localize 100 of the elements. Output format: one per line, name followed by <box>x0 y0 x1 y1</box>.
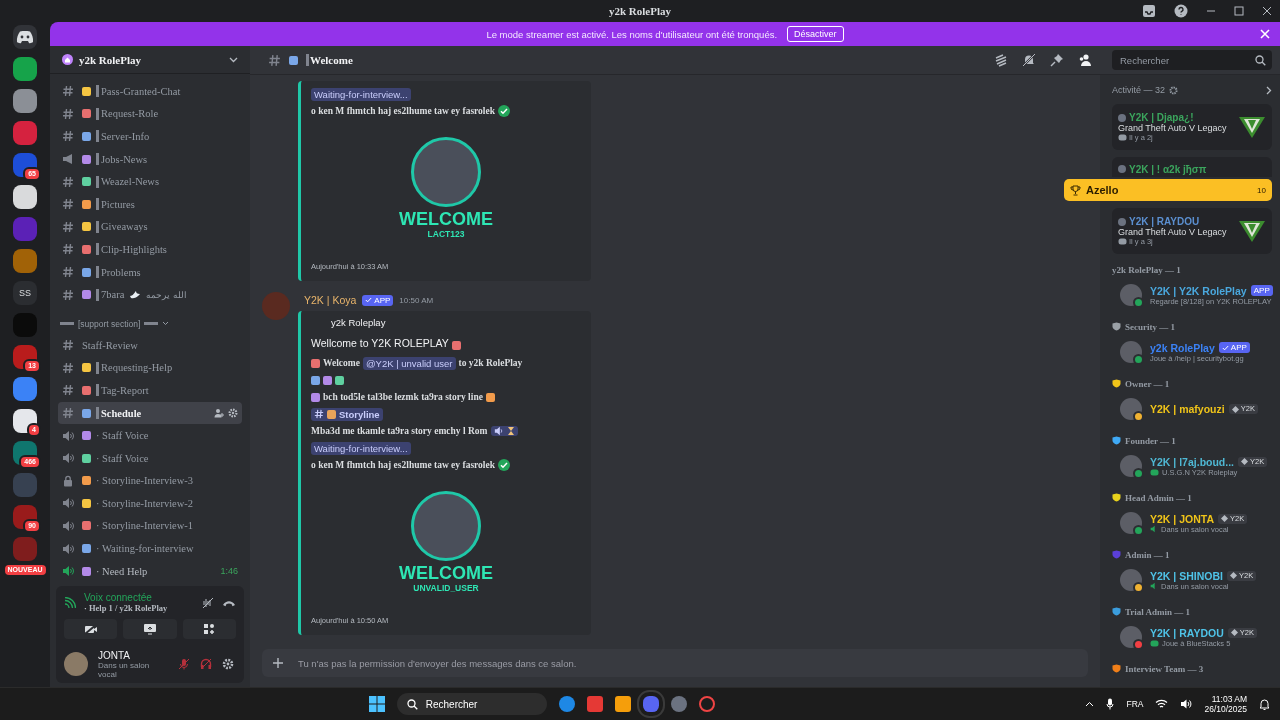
camera-off-button[interactable] <box>64 619 118 639</box>
hash-icon <box>62 361 74 374</box>
language-indicator[interactable]: FRA <box>1126 699 1144 709</box>
app-icon[interactable] <box>698 696 715 712</box>
channel-link[interactable]: Storyline <box>311 407 383 421</box>
channel-item[interactable]: Pass-Granted-Chat <box>58 80 242 103</box>
add-member-icon[interactable] <box>214 408 224 418</box>
taskbar-search-field[interactable]: Rechercher <box>396 693 547 715</box>
search-bar[interactable]: Rechercher <box>1112 50 1272 70</box>
channel-item[interactable]: Giveaways <box>58 215 242 239</box>
hang-up-icon[interactable] <box>222 598 236 607</box>
microphone-muted-icon[interactable] <box>178 658 190 670</box>
welcome-username: LACT123 <box>427 229 465 239</box>
channel-item[interactable]: · Storyline-Interview-3 <box>58 469 242 493</box>
channel-item[interactable]: Requesting-Help <box>58 356 242 380</box>
message-field[interactable]: Tu n'as pas la permission d'envoyer des messages dans ce salon. <box>262 649 1088 677</box>
server-icon[interactable]: SS <box>13 281 37 305</box>
server-icon[interactable] <box>13 505 37 529</box>
message-input[interactable]: Tu n'as pas la permission d'envoyer des messages dans ce salon. <box>296 656 1078 670</box>
bell-muted-icon[interactable] <box>1022 53 1036 67</box>
bell-icon[interactable] <box>1259 698 1270 710</box>
channel-item[interactable]: Server-Info <box>58 125 242 148</box>
speaker-icon <box>1150 582 1158 590</box>
voice-channel-chip[interactable] <box>490 426 518 436</box>
house-icon <box>62 54 73 65</box>
avatar[interactable] <box>64 652 88 676</box>
microphone-icon[interactable] <box>1106 698 1115 710</box>
app-icon[interactable] <box>614 696 631 712</box>
category-header[interactable]: [support section] <box>58 313 242 334</box>
app-icon[interactable] <box>586 696 603 712</box>
check-circle-icon <box>498 459 510 471</box>
activity-card[interactable]: Y2K | ! α2k jђσπ <box>1112 157 1272 177</box>
speaker-icon <box>62 520 74 532</box>
mention-chip[interactable]: Waiting-for-interview... <box>311 87 411 101</box>
close-icon[interactable] <box>1262 6 1272 16</box>
settings-icon[interactable] <box>1169 85 1179 95</box>
channel-item[interactable]: · Storyline-Interview-1 <box>58 514 242 538</box>
browser-icon[interactable] <box>558 696 575 712</box>
channel-item[interactable]: Staff-Review <box>58 333 242 357</box>
member-name: Y2K | mafyouzi <box>1150 403 1225 415</box>
chevron-right-icon[interactable] <box>1266 85 1272 95</box>
bird-icon <box>129 289 142 300</box>
search-input[interactable]: Rechercher <box>1118 53 1255 67</box>
mention-chip[interactable]: Waiting-for-interview... <box>311 441 411 455</box>
app-badge: APP <box>1218 342 1250 353</box>
settings-icon[interactable] <box>228 408 238 418</box>
disable-button[interactable]: Désactiver <box>787 26 844 42</box>
help-icon[interactable] <box>1174 4 1188 18</box>
wifi-icon[interactable] <box>1155 699 1169 709</box>
speaker-icon <box>62 497 74 510</box>
speaker-icon <box>1150 525 1158 533</box>
role-header: Head Admin — 1 <box>1125 492 1192 503</box>
screen-share-button[interactable] <box>123 619 177 639</box>
members-icon[interactable] <box>1078 53 1092 67</box>
hash-icon <box>62 220 74 233</box>
user-status: Dans un salon vocal <box>98 660 151 679</box>
emoji-icon <box>82 476 91 486</box>
hourglass-icon <box>506 426 515 436</box>
channel-item[interactable]: · Staff Voice <box>58 446 242 470</box>
emoji-icon <box>289 55 298 65</box>
channel-item[interactable]: Clip-Highlights <box>58 238 242 261</box>
plus-icon[interactable] <box>272 657 284 669</box>
server-icon[interactable] <box>13 345 37 369</box>
channel-item[interactable]: · Need Help 1:46 <box>58 559 242 583</box>
channel-item[interactable]: · Staff Voice <box>58 424 242 447</box>
emoji-icon <box>82 431 91 441</box>
channel-item[interactable]: · Storyline-Interview-2 <box>58 492 242 515</box>
noise-suppression-icon[interactable] <box>202 596 214 609</box>
emoji-icon <box>82 154 91 164</box>
chevron-up-icon[interactable] <box>1085 701 1095 707</box>
voice-channel-link[interactable]: · Help 1 / y2k RolePlay <box>84 603 194 613</box>
channel-item[interactable]: Request-Role <box>58 102 242 126</box>
server-icon[interactable] <box>13 185 37 209</box>
pin-icon[interactable] <box>1050 53 1064 67</box>
activities-button[interactable] <box>182 619 236 639</box>
headphones-muted-icon[interactable] <box>200 658 212 670</box>
app-icon[interactable] <box>670 696 687 712</box>
search-icon[interactable] <box>1255 54 1266 66</box>
window-title: y2k RolePlay <box>609 5 671 17</box>
maximize-icon[interactable] <box>1234 6 1244 16</box>
channel-item[interactable]: Pictures <box>58 192 242 216</box>
volume-icon[interactable] <box>1180 699 1193 709</box>
mention-chip[interactable]: @Y2K | unvalid user <box>362 356 456 370</box>
embed-author: y2k Roleplay <box>331 317 387 328</box>
server-header[interactable]: y2k RolePlay <box>50 46 250 74</box>
author-name[interactable]: Y2K | Koya <box>304 294 357 306</box>
channel-item[interactable]: Weazel-News <box>58 170 242 193</box>
channel-item[interactable]: Schedule <box>58 401 242 425</box>
channel-item[interactable]: · Waiting-for-interview <box>58 537 242 560</box>
channel-item[interactable]: Tag-Report <box>58 379 242 402</box>
server-icon[interactable] <box>13 153 37 177</box>
home-button[interactable] <box>13 25 37 49</box>
windows-start-icon[interactable] <box>368 696 385 712</box>
server-icon[interactable] <box>13 409 37 433</box>
settings-icon[interactable] <box>222 658 234 670</box>
lock-icon <box>62 474 74 487</box>
channel-item[interactable]: Jobs-News <box>58 147 242 171</box>
threads-icon[interactable] <box>994 53 1008 67</box>
channel-item[interactable]: Problems <box>58 260 242 284</box>
inbox-icon[interactable] <box>1142 4 1156 18</box>
